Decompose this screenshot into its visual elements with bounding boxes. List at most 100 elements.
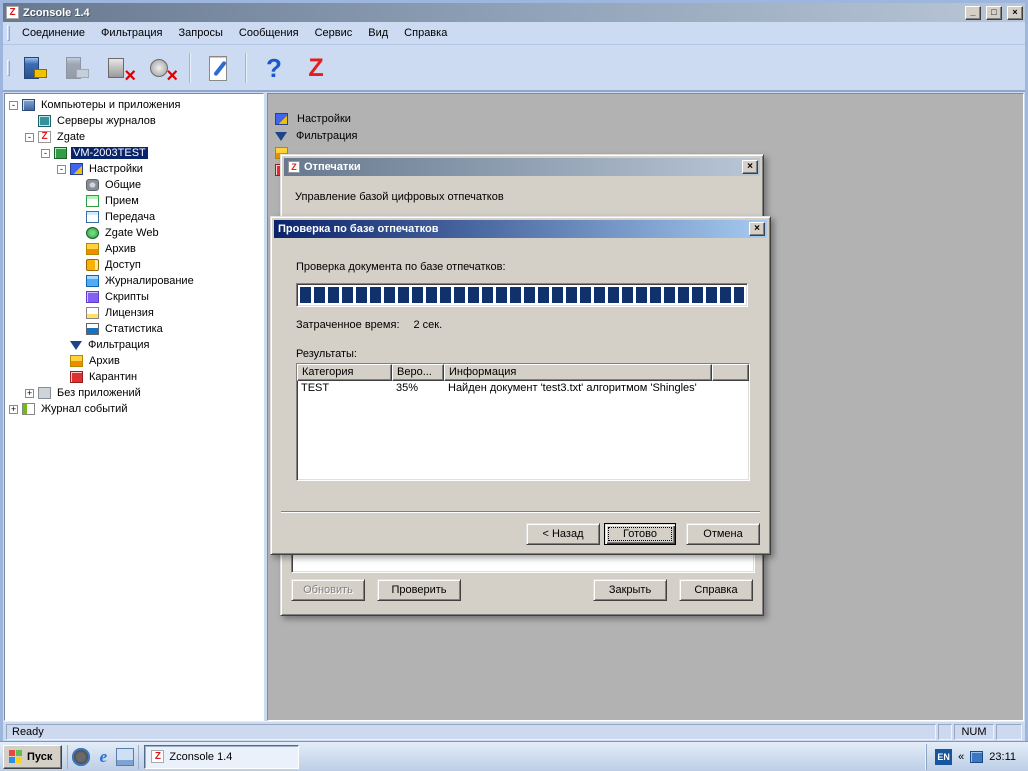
menu-filtering[interactable]: Фильтрация	[93, 24, 170, 42]
access-key-icon	[86, 259, 99, 271]
check-wizard-dialog: Проверка по базе отпечатков × Проверка д…	[270, 216, 771, 555]
title-bar[interactable]: Z Zconsole 1.4 _ □ ×	[3, 3, 1025, 22]
tree-item-event-log[interactable]: + Журнал событий	[5, 401, 263, 417]
back-button[interactable]: < Назад	[526, 523, 600, 545]
tree-item-scripts[interactable]: Скрипты	[5, 289, 263, 305]
collapse-toggle-icon[interactable]: -	[25, 133, 34, 142]
close-connection-button[interactable]	[100, 48, 140, 88]
help-dialog-button[interactable]: Справка	[679, 579, 753, 601]
menu-bar: Соединение Фильтрация Запросы Сообщения …	[3, 22, 1025, 45]
tree-item-computers-and-apps[interactable]: - Компьютеры и приложения	[5, 97, 263, 113]
archive-icon	[70, 355, 83, 367]
tree-item-transmit[interactable]: Передача	[5, 209, 263, 225]
close-icon[interactable]: ×	[742, 160, 758, 174]
category-cell: TEST	[297, 381, 392, 397]
fingerprints-dialog-icon: Z	[288, 161, 300, 173]
column-info[interactable]: Информация	[444, 364, 712, 381]
main-area: - Компьютеры и приложения Серверы журнал…	[3, 92, 1025, 721]
content-item-settings[interactable]: Настройки	[272, 110, 360, 127]
finish-button[interactable]: Готово	[604, 523, 676, 545]
web-globe-icon	[86, 227, 99, 239]
toolbar: ? Z	[3, 45, 1025, 92]
toolbar-separator	[189, 53, 191, 83]
new-message-icon	[204, 54, 232, 82]
menu-messages[interactable]: Сообщения	[231, 24, 307, 42]
taskbar-clock: 23:11	[989, 751, 1016, 763]
zgate-about-button[interactable]: Z	[296, 48, 336, 88]
computers-icon	[22, 99, 35, 111]
cancel-button[interactable]: Отмена	[686, 523, 760, 545]
tree-item-quarantine[interactable]: Карантин	[5, 369, 263, 385]
taskbar-task-zconsole[interactable]: Z Zconsole 1.4	[144, 745, 299, 769]
check-button[interactable]: Проверить	[377, 579, 461, 601]
collapse-toggle-icon[interactable]: -	[41, 149, 50, 158]
tree-item-statistics[interactable]: Статистика	[5, 321, 263, 337]
menu-connection[interactable]: Соединение	[14, 24, 93, 42]
tree-item-license[interactable]: Лицензия	[5, 305, 263, 321]
tree-item-filtering[interactable]: Фильтрация	[5, 337, 263, 353]
menu-queries[interactable]: Запросы	[171, 24, 231, 42]
minimize-button[interactable]: _	[965, 6, 981, 20]
menubar-grip-handle[interactable]	[7, 25, 10, 41]
tree-item-archive-node[interactable]: Архив	[5, 353, 263, 369]
results-table[interactable]: Категория Веро... Информация TEST 35% На…	[296, 363, 750, 481]
refresh-button: Обновить	[291, 579, 365, 601]
maximize-button[interactable]: □	[986, 6, 1002, 20]
tree-item-receive[interactable]: Прием	[5, 193, 263, 209]
tray-chevron-icon[interactable]: «	[958, 751, 964, 763]
expand-toggle-icon[interactable]: +	[25, 389, 34, 398]
tree-item-vm-2003test[interactable]: - VM-2003TEST	[5, 145, 263, 161]
license-icon	[86, 307, 99, 319]
zgate-app-icon	[38, 131, 51, 143]
toolbar-grip-handle[interactable]	[7, 60, 10, 76]
internet-explorer-icon[interactable]	[94, 748, 112, 766]
tree-item-zgate-web[interactable]: Zgate Web	[5, 225, 263, 241]
quarantine-icon	[70, 371, 83, 383]
tree-item-settings[interactable]: - Настройки	[5, 161, 263, 177]
tree-item-zgate[interactable]: - Zgate	[5, 129, 263, 145]
tree-item-no-applications[interactable]: + Без приложений	[5, 385, 263, 401]
check-wizard-titlebar[interactable]: Проверка по базе отпечатков ×	[274, 220, 767, 238]
close-dialog-button[interactable]: Закрыть	[593, 579, 667, 601]
statistics-icon	[86, 323, 99, 335]
info-cell: Найден документ 'test3.txt' алгоритмом '…	[444, 381, 749, 397]
network-tray-icon[interactable]	[970, 751, 983, 763]
filter-funnel-icon	[70, 341, 82, 350]
connect-server-icon	[22, 54, 50, 82]
column-category[interactable]: Категория	[297, 364, 392, 381]
zconsole-app-icon: Z	[6, 6, 19, 19]
progress-bar	[296, 283, 748, 307]
expand-toggle-icon[interactable]: +	[9, 405, 18, 414]
probability-cell: 35%	[392, 381, 444, 397]
logging-icon	[86, 275, 99, 287]
menu-view[interactable]: Вид	[360, 24, 396, 42]
menu-help[interactable]: Справка	[396, 24, 455, 42]
content-item-filtering[interactable]: Фильтрация	[272, 127, 360, 144]
tree-item-log-servers[interactable]: Серверы журналов	[5, 113, 263, 129]
help-button-toolbar[interactable]: ?	[254, 48, 294, 88]
column-probability[interactable]: Веро...	[392, 364, 444, 381]
show-desktop-icon[interactable]	[116, 748, 134, 766]
console-tree: - Компьютеры и приложения Серверы журнал…	[4, 93, 264, 721]
help-icon: ?	[266, 54, 282, 82]
media-player-icon[interactable]	[72, 748, 90, 766]
close-button[interactable]: ×	[1007, 6, 1023, 20]
new-message-button[interactable]	[198, 48, 238, 88]
disconnect-button	[58, 48, 98, 88]
close-icon[interactable]: ×	[749, 222, 765, 236]
language-indicator[interactable]: EN	[935, 749, 952, 765]
zgate-logo-icon: Z	[308, 54, 323, 82]
cancel-request-button[interactable]	[142, 48, 182, 88]
tree-item-access[interactable]: Доступ	[5, 257, 263, 273]
results-row[interactable]: TEST 35% Найден документ 'test3.txt' алг…	[297, 381, 749, 397]
fingerprints-dialog-titlebar[interactable]: Z Отпечатки ×	[284, 158, 760, 176]
tree-item-logging[interactable]: Журналирование	[5, 273, 263, 289]
start-button[interactable]: Пуск	[3, 745, 62, 769]
button-separator	[281, 511, 760, 513]
menu-service[interactable]: Сервис	[307, 24, 361, 42]
collapse-toggle-icon[interactable]: -	[57, 165, 66, 174]
connect-button[interactable]	[16, 48, 56, 88]
collapse-toggle-icon[interactable]: -	[9, 101, 18, 110]
tree-item-archive[interactable]: Архив	[5, 241, 263, 257]
tree-item-general[interactable]: Общие	[5, 177, 263, 193]
